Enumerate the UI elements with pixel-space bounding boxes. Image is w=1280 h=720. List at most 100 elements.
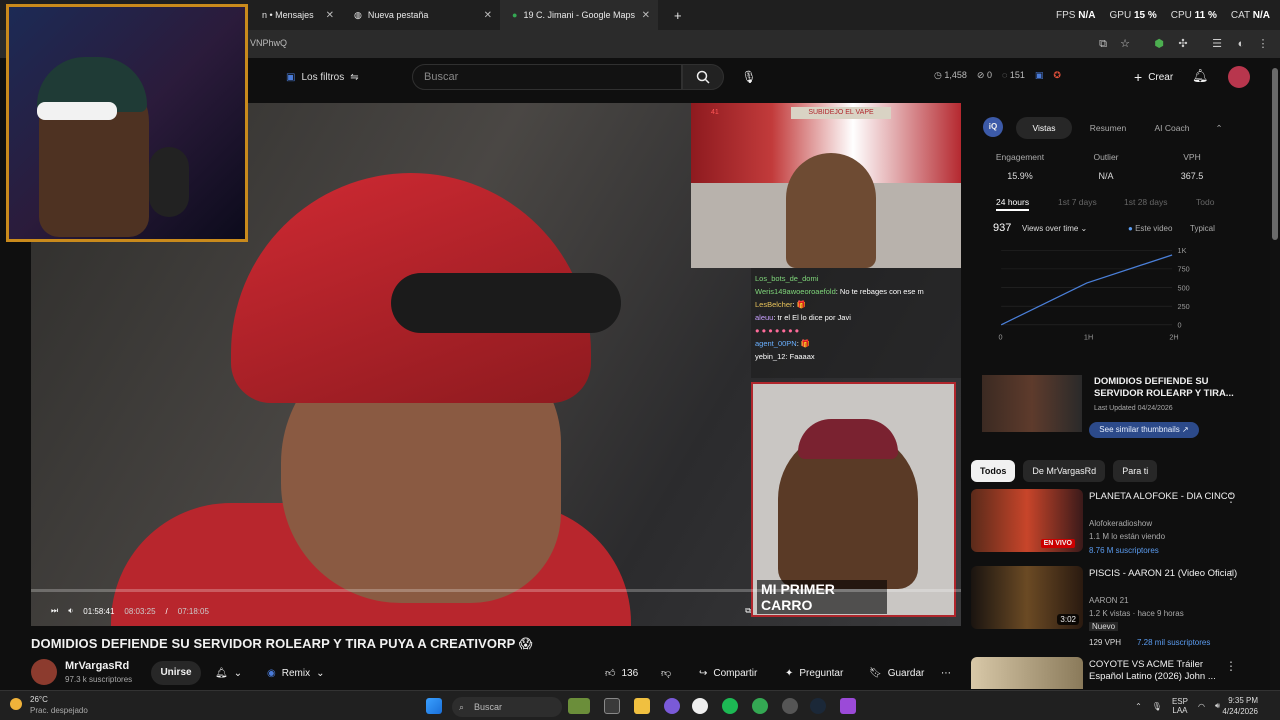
cpu-value: 11 % <box>1194 9 1217 21</box>
taskbar-search[interactable]: ⌕ Buscar <box>452 697 562 717</box>
channel-avatar[interactable] <box>31 659 57 685</box>
list-item[interactable]: EN VIVO PLANETA ALOFOKE - DIA CINCO Alof… <box>971 489 1261 555</box>
tab-google-maps[interactable]: ● 19 C. Jimani - Google Maps ✕ <box>500 0 658 30</box>
dislike-button[interactable]: 👎︎ <box>661 661 671 685</box>
tab-mensajes[interactable]: n • Mensajes ✕ <box>250 0 342 30</box>
list-item[interactable]: COYOTE VS ACME Tráiler Español Latino (2… <box>971 657 1261 689</box>
scrollbar-thumb[interactable] <box>1272 68 1278 240</box>
close-icon[interactable]: ✕ <box>326 10 334 21</box>
rec-channel[interactable]: Alofokeradioshow <box>1089 519 1152 528</box>
tab-nueva-pestana[interactable]: ◍ Nueva pestaña ✕ <box>342 0 500 30</box>
file-explorer-icon[interactable] <box>634 698 650 714</box>
url-text[interactable]: VNPhwQ <box>250 38 287 48</box>
list-item[interactable]: 3:02 PISCIS - AARON 21 (Video Oficial) A… <box>971 566 1261 647</box>
profile-icon[interactable]: ◐ <box>1234 37 1248 51</box>
rec-thumbnail[interactable]: 3:02 <box>971 566 1083 629</box>
share-button[interactable]: ↪ Compartir <box>699 661 757 685</box>
wifi-icon[interactable]: ◠ <box>1198 702 1205 711</box>
more-actions-button[interactable]: ⋯ <box>941 661 951 685</box>
search-button[interactable] <box>682 64 724 90</box>
collapse-icon[interactable]: ⌃ <box>1212 117 1226 139</box>
notifications-bell-icon[interactable]: 🔔︎ <box>1192 68 1209 84</box>
discord-icon[interactable] <box>664 698 680 714</box>
voice-search-button[interactable]: 🎙 <box>736 64 762 90</box>
spotify-icon[interactable] <box>722 698 738 714</box>
more-icon[interactable]: ⋮ <box>1225 491 1237 505</box>
reading-list-icon[interactable]: ☰ <box>1210 37 1224 51</box>
chip-channel[interactable]: De MrVargasRd <box>1023 460 1106 482</box>
twitch-icon[interactable] <box>840 698 856 714</box>
new-tab-button[interactable]: + <box>662 0 682 30</box>
start-icon[interactable] <box>426 698 442 714</box>
miniplayer-icon[interactable]: ⧉ <box>745 606 751 616</box>
close-icon[interactable]: ✕ <box>484 10 492 21</box>
clock-time: 9:35 PM <box>1228 696 1258 705</box>
more-icon[interactable]: ⋮ <box>1225 568 1237 582</box>
filters-button[interactable]: ▣ Los filtros ⇋ <box>278 66 367 88</box>
rec-title[interactable]: PISCIS - AARON 21 (Video Oficial) <box>1089 568 1239 580</box>
save-button[interactable]: 🔖︎ Guardar <box>869 661 924 685</box>
views-count: 1,458 <box>944 70 967 80</box>
chip-para-ti[interactable]: Para ti <box>1113 460 1158 482</box>
period-all[interactable]: Todo <box>1196 197 1214 207</box>
rec-thumbnail[interactable] <box>971 657 1083 689</box>
weather-icon[interactable] <box>10 698 22 710</box>
chevron-down-icon: ⌄ <box>233 667 243 679</box>
volume-tray-icon[interactable]: 🔊︎ <box>1215 701 1220 711</box>
period-24h[interactable]: 24 hours <box>996 197 1030 211</box>
gpu-label: GPU <box>1109 9 1132 21</box>
more-icon[interactable]: ⋮ <box>1225 659 1237 673</box>
chevron-up-icon[interactable]: ⌃ <box>1135 702 1142 711</box>
period-7d[interactable]: 1st 7 days <box>1058 197 1097 207</box>
notification-toggle[interactable]: 🔔︎ ⌄ <box>215 661 242 685</box>
iq-badge-icon[interactable]: ▣ <box>1035 70 1044 81</box>
steam-icon[interactable] <box>810 698 826 714</box>
tab-ai-coach[interactable]: AI Coach <box>1144 117 1200 139</box>
weather-widget[interactable]: 26°C Prac. despejado <box>30 694 88 716</box>
mic-tray-icon[interactable]: 🎙 <box>1152 702 1162 711</box>
x-tick-label: 2H <box>1169 332 1178 341</box>
rec-channel[interactable]: AARON 21 <box>1089 596 1129 605</box>
extension-shield-icon[interactable]: ⬢ <box>1152 37 1166 51</box>
create-button[interactable]: + Crear <box>1124 64 1183 90</box>
task-view-icon[interactable] <box>604 698 620 714</box>
ask-button[interactable]: ✦ Preguntar <box>785 661 843 685</box>
next-icon[interactable]: ⏭ <box>51 606 58 616</box>
app-icon[interactable] <box>782 698 798 714</box>
channel-name[interactable]: MrVargasRd <box>65 660 129 672</box>
widget-icon[interactable] <box>568 698 590 714</box>
tab-resumen[interactable]: Resumen <box>1080 117 1136 139</box>
period-28d[interactable]: 1st 28 days <box>1124 197 1167 207</box>
menu-icon[interactable]: ⋮ <box>1256 37 1270 51</box>
install-icon[interactable]: ⧉ <box>1096 37 1110 51</box>
rec-thumbnail[interactable]: EN VIVO <box>971 489 1083 552</box>
trophy-icon[interactable]: ✪ <box>1053 70 1061 81</box>
remix-button[interactable]: ◉ Remix ⌄ <box>267 661 324 685</box>
lang-secondary: LAA <box>1172 706 1188 715</box>
rec-title[interactable]: PLANETA ALOFOKE - DIA CINCO <box>1089 491 1239 503</box>
taskbar-search-label: Buscar <box>474 702 503 712</box>
volume-icon[interactable]: 🔉︎ <box>68 606 73 616</box>
clock[interactable]: 9:35 PM 4/24/2026 <box>1222 695 1258 717</box>
extensions-icon[interactable]: ✣ <box>1176 37 1190 51</box>
rec-title[interactable]: COYOTE VS ACME Tráiler Español Latino (2… <box>1089 659 1239 683</box>
progress-bar[interactable] <box>31 589 961 592</box>
series-line <box>1000 254 1173 326</box>
featured-thumbnail[interactable] <box>982 375 1082 432</box>
chip-todos[interactable]: Todos <box>971 460 1016 482</box>
obs-icon[interactable] <box>692 698 708 714</box>
featured-title[interactable]: DOMIDIOS DEFIENDE SU SERVIDOR ROLEARP Y … <box>1094 376 1234 400</box>
star-icon[interactable]: ☆ <box>1118 37 1132 51</box>
view-select-label: Views over time <box>1022 224 1079 233</box>
close-icon[interactable]: ✕ <box>642 10 650 21</box>
like-button[interactable]: 👍︎ 136 <box>605 661 638 685</box>
similar-thumbnails-button[interactable]: See similar thumbnails ↗ <box>1089 422 1199 438</box>
search-input[interactable]: Buscar <box>412 64 682 90</box>
plus-icon: + <box>1134 69 1143 85</box>
join-button[interactable]: Unirse <box>151 661 201 685</box>
user-avatar[interactable] <box>1228 66 1250 88</box>
tab-vistas[interactable]: Vistas <box>1016 117 1072 139</box>
view-select[interactable]: Views over time ⌄ <box>1022 224 1087 233</box>
chrome-icon[interactable] <box>752 698 768 714</box>
language-indicator[interactable]: ESP LAA <box>1172 697 1188 715</box>
